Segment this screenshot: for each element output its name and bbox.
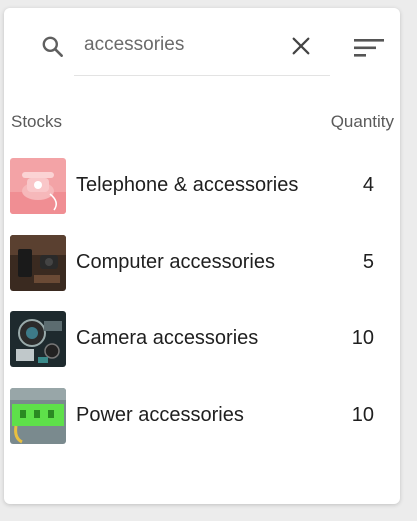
item-name: Power accessories (76, 404, 244, 426)
search-bar (4, 8, 400, 84)
table-row[interactable]: Computer accessories 5 (4, 235, 400, 291)
close-icon[interactable] (290, 35, 312, 57)
search-icon[interactable] (40, 34, 66, 60)
stock-search-card: Stocks Quantity Telephone & accessories … (4, 8, 400, 504)
item-name: Telephone & accessories (76, 174, 299, 196)
item-quantity: 10 (351, 327, 374, 349)
item-name: Camera accessories (76, 327, 259, 349)
search-underline (74, 75, 330, 76)
table-row[interactable]: Power accessories 10 (4, 388, 400, 444)
column-header-quantity: Quantity (330, 112, 394, 131)
column-header-stocks: Stocks (11, 112, 63, 131)
item-quantity: 5 (362, 251, 374, 273)
computer-thumbnail (10, 235, 66, 291)
item-quantity: 4 (362, 174, 374, 196)
item-name: Computer accessories (76, 251, 275, 273)
power-thumbnail (10, 388, 66, 444)
telephone-thumbnail (10, 158, 66, 214)
table-row[interactable]: Telephone & accessories 4 (4, 158, 400, 214)
camera-thumbnail (10, 311, 66, 367)
table-row[interactable]: Camera accessories 10 (4, 311, 400, 367)
item-quantity: 10 (351, 404, 374, 426)
sort-icon[interactable] (352, 34, 386, 62)
